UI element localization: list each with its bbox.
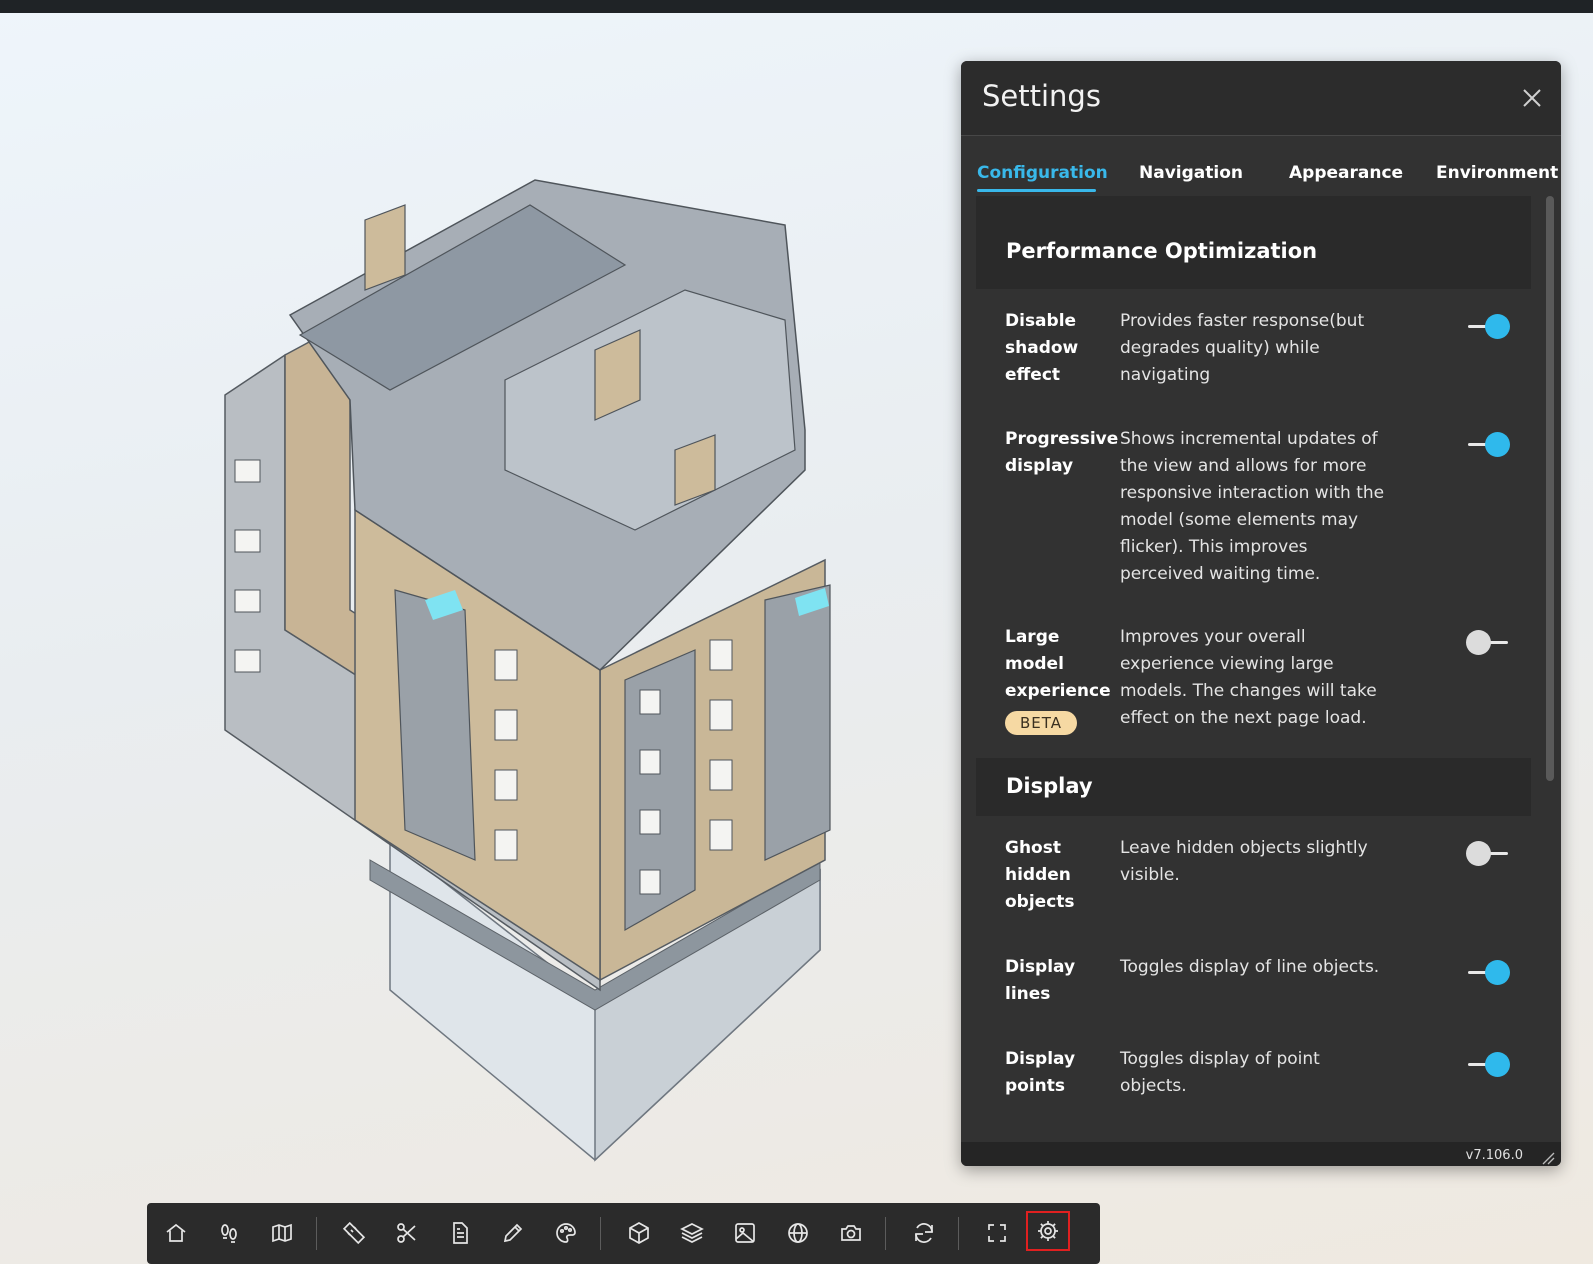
setting-label-progressive-display: Progressive display [1005,429,1119,476]
setting-desc-progressive-display: Shows incremental updates of the view an… [1120,429,1385,584]
image-icon[interactable] [727,1215,763,1251]
top-bar [0,0,1593,13]
refresh-icon[interactable] [906,1215,942,1251]
camera-icon[interactable] [833,1215,869,1251]
section-title-display: Display [1006,774,1093,798]
setting-desc-disable-shadow: Provides faster response(but degrades qu… [1120,311,1365,385]
tab-environment[interactable]: Environment [1436,163,1558,183]
cube-icon[interactable] [621,1215,657,1251]
building-3d-model[interactable] [205,170,865,1170]
ruler-icon[interactable] [336,1215,372,1251]
tab-appearance[interactable]: Appearance [1289,163,1403,183]
setting-desc-display-points: Toggles display of point objects. [1120,1049,1320,1096]
setting-label-disable-shadow: Disable shadow effect [1005,311,1079,385]
fullscreen-icon[interactable] [979,1215,1015,1251]
globe-icon[interactable] [780,1215,816,1251]
setting-desc-ghost-hidden: Leave hidden objects slightly visible. [1120,838,1368,885]
footprints-icon[interactable] [211,1215,247,1251]
scissors-icon[interactable] [389,1215,425,1251]
settings-content: Performance Optimization Disable shadow … [961,196,1561,1131]
section-header-performance: Performance Optimization [976,196,1531,289]
resize-handle-icon[interactable] [1541,1151,1555,1165]
setting-label-display-lines: Display lines [1005,957,1076,1004]
map-icon[interactable] [264,1215,300,1251]
settings-title: Settings [982,79,1101,113]
settings-panel: Settings Configuration Navigation Appear… [961,61,1561,1166]
beta-badge: BETA [1005,711,1078,735]
setting-desc-large-model: Improves your overall experience viewing… [1120,627,1377,728]
toolbar-separator [600,1217,601,1250]
section-header-display: Display [976,758,1531,816]
section-title-performance: Performance Optimization [1006,239,1318,263]
setting-label-large-model: Large model experience [1005,627,1111,701]
setting-label-display-points: Display points [1005,1049,1076,1096]
toolbar-separator [316,1217,317,1250]
setting-label-ghost-hidden: Ghost hidden objects [1005,838,1075,912]
version-label: v7.106.0 [1465,1148,1523,1163]
viewer-toolbar [147,1203,1100,1264]
settings-header: Settings [961,61,1561,136]
home-icon[interactable] [158,1215,194,1251]
toggle-display-lines[interactable] [1466,960,1510,985]
toolbar-separator [885,1217,886,1250]
toggle-progressive-display[interactable] [1466,432,1510,457]
palette-icon[interactable] [548,1215,584,1251]
toggle-large-model[interactable] [1466,630,1510,655]
toggle-ghost-hidden[interactable] [1466,841,1510,866]
close-icon[interactable] [1517,83,1547,113]
toggle-display-points[interactable] [1466,1052,1510,1077]
settings-footer: v7.106.0 [961,1142,1561,1166]
toggle-disable-shadow[interactable] [1466,314,1510,339]
pencil-icon[interactable] [495,1215,531,1251]
tab-navigation[interactable]: Navigation [1139,163,1243,183]
active-tab-indicator [977,189,1096,192]
document-icon[interactable] [442,1215,478,1251]
gear-icon[interactable] [1026,1211,1070,1251]
settings-scrollbar[interactable] [1546,196,1554,781]
setting-desc-display-lines: Toggles display of line objects. [1120,957,1380,977]
layers-icon[interactable] [674,1215,710,1251]
tab-configuration[interactable]: Configuration [977,163,1108,183]
toolbar-separator [958,1217,959,1250]
